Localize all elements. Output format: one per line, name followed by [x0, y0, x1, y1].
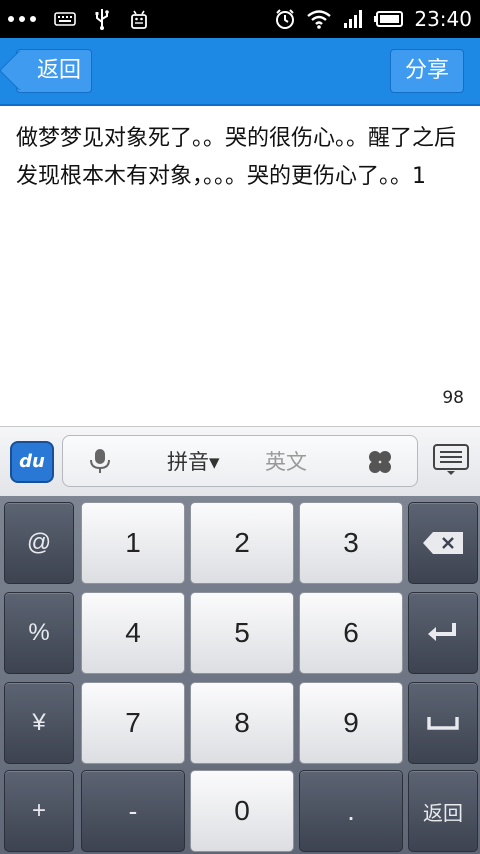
- key-space[interactable]: [408, 682, 478, 764]
- clover-menu-icon[interactable]: [367, 449, 393, 475]
- key-period[interactable]: .: [299, 770, 403, 852]
- key-4[interactable]: 4: [81, 592, 185, 674]
- top-bar: 返回 分享: [0, 38, 480, 106]
- key-return[interactable]: 返回: [408, 770, 478, 852]
- microphone-icon[interactable]: [87, 448, 113, 474]
- key-at[interactable]: @: [4, 502, 74, 584]
- alarm-icon: [276, 9, 295, 29]
- key-plus[interactable]: +: [4, 770, 74, 852]
- hide-keyboard-icon[interactable]: [432, 443, 470, 477]
- key-0[interactable]: 0: [190, 770, 294, 852]
- clock: 23:40: [414, 7, 472, 31]
- post-text[interactable]: 做梦梦见对象死了。。哭的很伤心。。醒了之后发现根本木有对象，。。。哭的更伤心了。…: [16, 120, 466, 196]
- baidu-ime-logo[interactable]: du: [10, 437, 54, 483]
- key-7[interactable]: 7: [81, 682, 185, 764]
- key-8[interactable]: 8: [190, 682, 294, 764]
- key-backspace[interactable]: [408, 502, 478, 584]
- keyboard-icon: [54, 12, 76, 26]
- signal-icon: [344, 10, 363, 28]
- usb-icon: [95, 9, 109, 30]
- key-3[interactable]: 3: [299, 502, 403, 584]
- backspace-icon: [423, 532, 463, 554]
- key-6[interactable]: 6: [299, 592, 403, 674]
- space-icon: [427, 717, 459, 730]
- key-2[interactable]: 2: [190, 502, 294, 584]
- share-button[interactable]: 分享: [389, 49, 464, 93]
- pinyin-mode-button[interactable]: 拼音▾: [167, 446, 220, 476]
- back-button[interactable]: 返回: [16, 49, 93, 93]
- status-bar: 23:40: [0, 0, 480, 38]
- wifi-icon: [307, 10, 332, 29]
- remaining-char-count: 98: [442, 388, 464, 408]
- enter-icon: [428, 623, 456, 641]
- ime-toolbar: du 拼音▾ 英文: [0, 426, 480, 498]
- key-enter[interactable]: [408, 592, 478, 674]
- ime-mode-bar: 拼音▾ 英文: [62, 435, 418, 487]
- key-9[interactable]: 9: [299, 682, 403, 764]
- english-mode-button[interactable]: 英文: [265, 446, 307, 476]
- back-button-label: 返回: [37, 58, 82, 83]
- key-1[interactable]: 1: [81, 502, 185, 584]
- numeric-keyboard: @ % ¥ + 1 2 3 4 5 6 7 8 9 - 0 . 返回: [0, 496, 480, 854]
- key-5[interactable]: 5: [190, 592, 294, 674]
- key-yen[interactable]: ¥: [4, 682, 74, 764]
- battery-icon: [374, 11, 404, 27]
- key-percent[interactable]: %: [4, 592, 74, 674]
- more-notifications-icon: [8, 16, 36, 22]
- key-minus[interactable]: -: [81, 770, 185, 852]
- android-debug-icon: [131, 10, 147, 29]
